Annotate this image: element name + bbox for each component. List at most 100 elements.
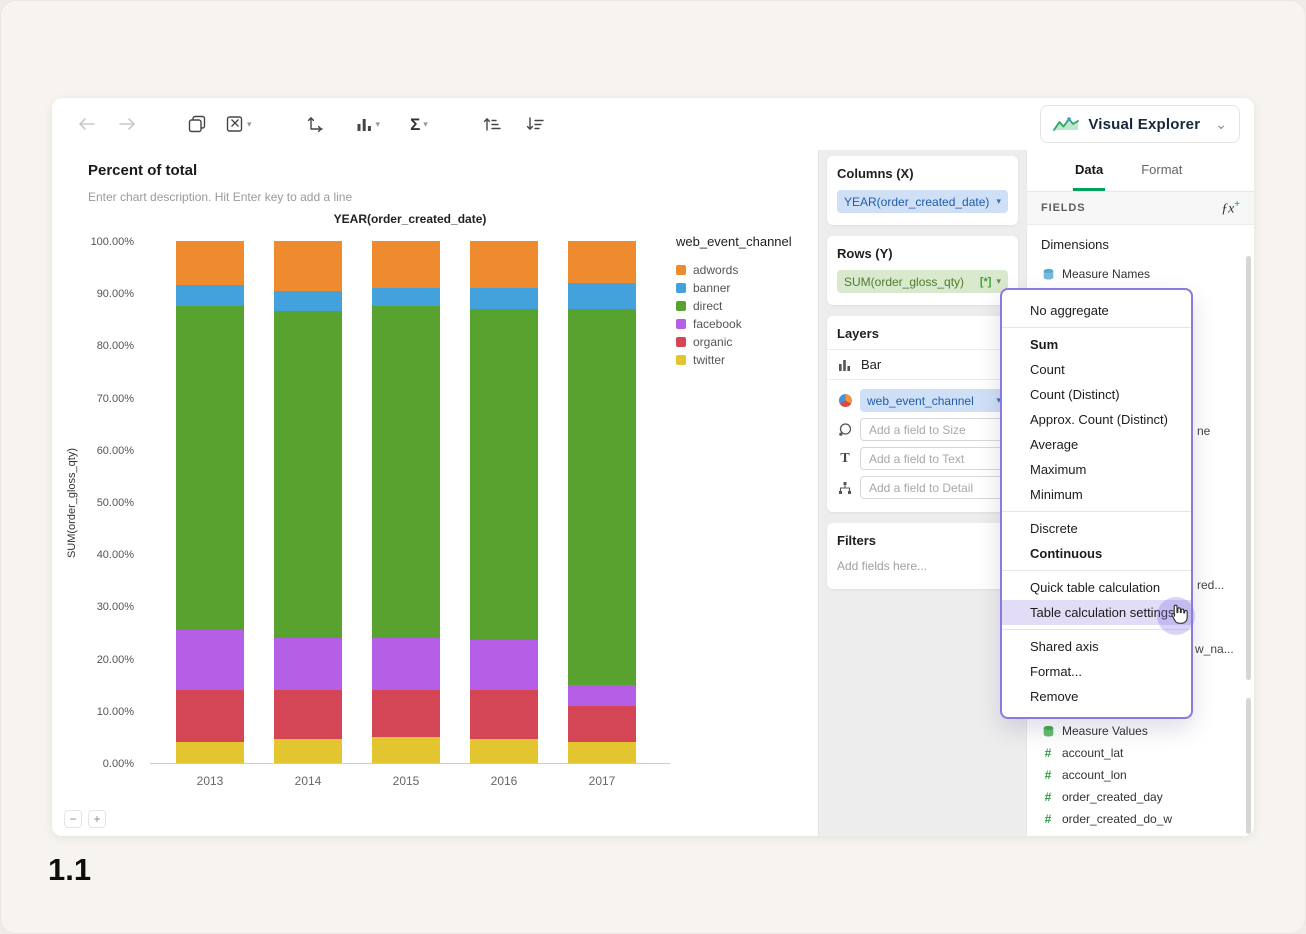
bar-segment-direct[interactable] <box>470 308 538 641</box>
menu-item-sum[interactable]: Sum <box>1002 332 1191 357</box>
add-calculated-field-button[interactable]: ƒx+ <box>1221 199 1240 218</box>
fields-scrollbar[interactable] <box>1246 256 1251 680</box>
bar-segment-direct[interactable] <box>568 308 636 685</box>
table-calc-badge: [*] <box>979 275 992 288</box>
remove-chart-button[interactable]: ▾ <box>222 111 256 137</box>
field-item-account-lon[interactable]: # account_lon <box>1041 764 1244 786</box>
bar-segment-facebook[interactable] <box>470 640 538 690</box>
measures-scrollbar[interactable] <box>1246 698 1251 834</box>
bar-segment-banner[interactable] <box>274 290 342 312</box>
bar-segment-banner[interactable] <box>568 282 636 309</box>
menu-item-approx-count-distinct[interactable]: Approx. Count (Distinct) <box>1002 407 1191 432</box>
duplicate-chart-button[interactable] <box>184 111 210 137</box>
bar-segment-facebook[interactable] <box>372 637 440 690</box>
menu-item-count-distinct[interactable]: Count (Distinct) <box>1002 382 1191 407</box>
y-tick-label: 0.00% <box>102 758 134 770</box>
menu-item-continuous[interactable]: Continuous <box>1002 541 1191 566</box>
menu-item-maximum[interactable]: Maximum <box>1002 457 1191 482</box>
field-fragment[interactable]: red... <box>1197 578 1224 592</box>
menu-item-format[interactable]: Format... <box>1002 659 1191 684</box>
bar-segment-adwords[interactable] <box>568 241 636 283</box>
field-fragment[interactable]: ne <box>1197 424 1210 438</box>
columns-field-pill[interactable]: YEAR(order_created_date) ▾ <box>837 190 1008 213</box>
menu-item-count[interactable]: Count <box>1002 357 1191 382</box>
menu-item-shared-axis[interactable]: Shared axis <box>1002 634 1191 659</box>
bar-segment-organic[interactable] <box>176 689 244 743</box>
detail-shelf-row: Add a field to Detail <box>837 476 1008 499</box>
field-fragment[interactable]: w_na... <box>1195 642 1234 656</box>
y-tick-label: 80.00% <box>96 340 134 353</box>
menu-item-minimum[interactable]: Minimum <box>1002 482 1191 507</box>
bar-segment-organic[interactable] <box>372 689 440 737</box>
menu-item-quick-table-calculation[interactable]: Quick table calculation <box>1002 575 1191 600</box>
field-item-order-created-do-w[interactable]: # order_created_do_w <box>1041 808 1244 830</box>
y-tick-label: 70.00% <box>96 392 134 405</box>
chart-type-button[interactable]: ▾ <box>352 112 385 136</box>
bar-segment-facebook[interactable] <box>274 637 342 690</box>
color-field-pill[interactable]: web_event_channel ▾ <box>860 389 1008 412</box>
field-item-order-created-day[interactable]: # order_created_day <box>1041 786 1244 808</box>
bar-segment-direct[interactable] <box>372 306 440 638</box>
field-label: order_created_day <box>1062 790 1163 804</box>
menu-item-remove[interactable]: Remove <box>1002 684 1191 709</box>
bar-segment-adwords[interactable] <box>274 241 342 291</box>
chart-title[interactable]: Percent of total <box>88 162 197 179</box>
bar-segment-organic[interactable] <box>274 689 342 740</box>
bar-segment-banner[interactable] <box>470 287 538 309</box>
sort-ascending-button[interactable] <box>478 112 505 136</box>
bar-segment-twitter[interactable] <box>568 742 636 763</box>
legend-item-adwords[interactable]: adwords <box>676 261 818 279</box>
size-drop-target[interactable]: Add a field to Size <box>860 418 1008 441</box>
menu-item-average[interactable]: Average <box>1002 432 1191 457</box>
bar-segment-adwords[interactable] <box>470 241 538 288</box>
bar-segment-adwords[interactable] <box>176 241 244 286</box>
legend-item-organic[interactable]: organic <box>676 333 818 351</box>
legend-label: adwords <box>693 263 739 277</box>
filters-drop-target[interactable]: Add fields here... <box>837 557 1008 577</box>
y-tick-label: 30.00% <box>96 601 134 614</box>
bar-segment-organic[interactable] <box>568 705 636 743</box>
field-item-account-lat[interactable]: # account_lat <box>1041 742 1244 764</box>
measure-values-icon <box>1041 725 1055 738</box>
bar-segment-direct[interactable] <box>274 311 342 638</box>
legend-item-direct[interactable]: direct <box>676 297 818 315</box>
bar-segment-direct[interactable] <box>176 306 244 630</box>
legend-item-twitter[interactable]: twitter <box>676 351 818 369</box>
legend-label: twitter <box>693 353 726 367</box>
rows-shelf: Rows (Y) SUM(order_gloss_qty) [*] ▾ <box>827 236 1018 305</box>
field-item-measure-names[interactable]: Measure Names <box>1041 263 1240 285</box>
swap-axes-button[interactable] <box>302 111 328 137</box>
bar-segment-twitter[interactable] <box>176 742 244 763</box>
chart-description-placeholder[interactable]: Enter chart description. Hit Enter key t… <box>88 190 352 204</box>
tab-data[interactable]: Data <box>1073 150 1106 191</box>
zoom-out-button[interactable]: − <box>64 810 82 828</box>
aggregate-button[interactable]: Σ ▾ <box>406 112 432 137</box>
legend-item-banner[interactable]: banner <box>676 279 818 297</box>
bar-segment-banner[interactable] <box>176 285 244 307</box>
zoom-in-button[interactable]: + <box>88 810 106 828</box>
undo-button[interactable] <box>72 112 100 136</box>
menu-item-discrete[interactable]: Discrete <box>1002 516 1191 541</box>
figure-label: 1.1 <box>48 852 92 887</box>
bar-segment-twitter[interactable] <box>372 736 440 763</box>
bar-segment-adwords[interactable] <box>372 241 440 288</box>
sort-descending-button[interactable] <box>521 112 548 136</box>
bar-segment-twitter[interactable] <box>274 739 342 763</box>
legend-item-facebook[interactable]: facebook <box>676 315 818 333</box>
redo-button[interactable] <box>114 112 142 136</box>
bar-segment-organic[interactable] <box>470 689 538 740</box>
bar-segment-facebook[interactable] <box>568 684 636 706</box>
text-drop-target[interactable]: Add a field to Text <box>860 447 1008 470</box>
field-item-measure-values[interactable]: Measure Values <box>1041 720 1244 742</box>
detail-drop-target[interactable]: Add a field to Detail <box>860 476 1008 499</box>
bar-segment-facebook[interactable] <box>176 629 244 690</box>
brand-selector[interactable]: Visual Explorer ⌄ <box>1040 105 1240 143</box>
tab-format[interactable]: Format <box>1139 150 1184 191</box>
bar-segment-twitter[interactable] <box>470 739 538 763</box>
color-shelf-row: web_event_channel ▾ <box>837 389 1008 412</box>
bar-segment-banner[interactable] <box>372 287 440 307</box>
menu-item-no-aggregate[interactable]: No aggregate <box>1002 298 1191 323</box>
rows-field-pill[interactable]: SUM(order_gloss_qty) [*] ▾ <box>837 270 1008 293</box>
legend-label: organic <box>693 335 733 349</box>
mark-type-row[interactable]: Bar <box>827 349 1018 380</box>
